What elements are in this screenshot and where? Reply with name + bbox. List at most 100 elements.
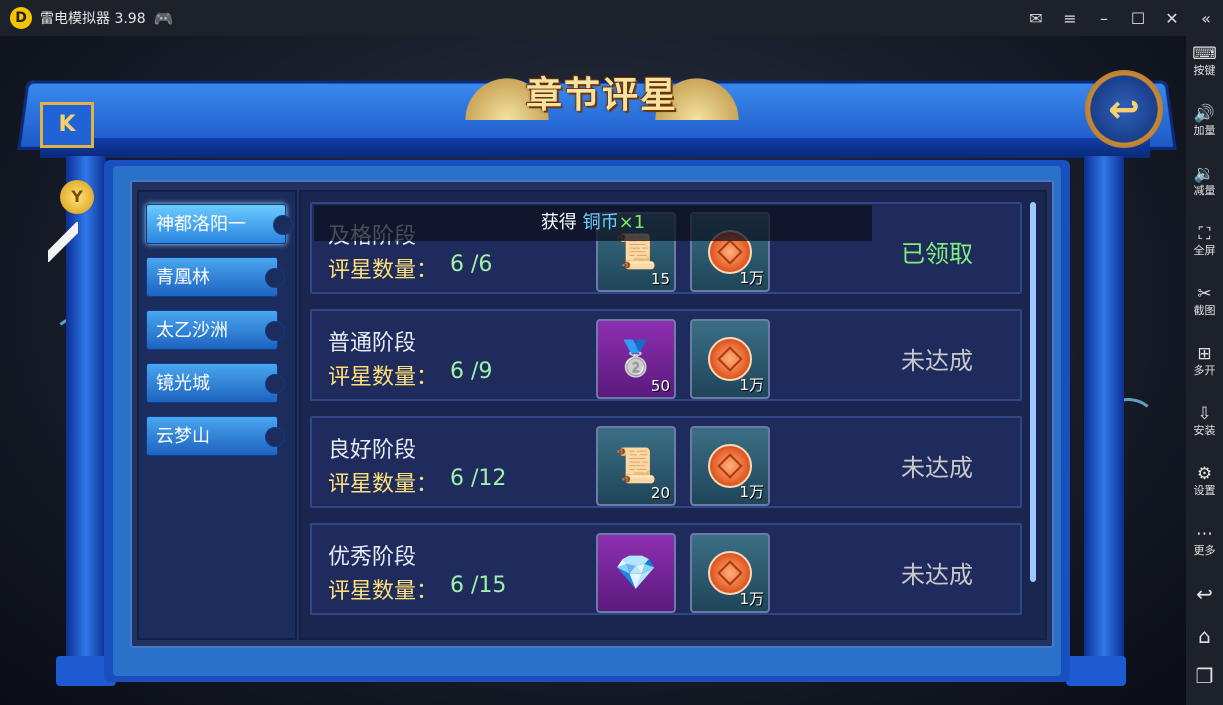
star-count-value: 6 /6 [450, 252, 493, 277]
settings-icon: ⚙ [1196, 464, 1213, 484]
reward-quantity: 1万 [739, 269, 764, 287]
reward-quantity: 1万 [739, 483, 764, 501]
keyboard-icon: ⌨ [1192, 44, 1217, 64]
star-count-value: 6 /15 [450, 573, 507, 598]
volume-up-icon: 🔊 [1193, 104, 1216, 124]
tassel-ornament [48, 222, 78, 262]
chapter-tab-label: 云梦山 [156, 426, 210, 447]
toolbar-keyboard[interactable]: ⌨ 按键 [1186, 44, 1223, 78]
tab-notch [265, 374, 285, 394]
reward-quantity: 1万 [739, 376, 764, 394]
chapter-tab-label: 青凰林 [156, 267, 210, 288]
scrollbar[interactable] [1030, 202, 1036, 582]
reward-row: 优秀阶段 评星数量： 6 /15 💎 1万 未达成 [310, 523, 1022, 615]
toolbar-volume-up[interactable]: 🔊 加量 [1186, 104, 1223, 138]
banner-title: 章节评星 [525, 74, 678, 116]
reward-item[interactable]: 📜 20 [596, 426, 676, 506]
corner-emblem-icon: K [40, 102, 94, 148]
tab-notch [273, 215, 293, 235]
claim-status: 已领取 [901, 240, 973, 268]
chapter-tab-label: 镜光城 [156, 373, 210, 394]
reward-row: 良好阶段评星数量： 6 /12 📜 20 1万 未达成 [310, 416, 1022, 508]
reward-item[interactable]: 1万 [690, 533, 770, 613]
star-count-value: 6 /12 [450, 466, 507, 491]
stage-name: 优秀阶段 [328, 545, 417, 570]
toolbar-label: 更多 [1193, 544, 1216, 557]
chapter-tab-label: 太乙沙洲 [156, 320, 228, 341]
toolbar-label: 截图 [1193, 304, 1216, 317]
title-banner: 章节评星 [462, 52, 742, 142]
toolbar-settings[interactable]: ⚙ 设置 [1186, 464, 1223, 498]
more-icon: ⋯ [1196, 524, 1213, 544]
reward-row: 普通阶段评星数量： 6 /9 🥈 50 1万 未达成 [310, 309, 1022, 401]
multi-open-icon: ⊞ [1197, 344, 1212, 364]
recent-apps-icon[interactable]: ❐ [1186, 664, 1223, 688]
emulator-toolbar: ⌨ 按键 🔊 加量 🔉 减量 ⛶ 全屏 ✂ 截图 ⊞ 多开 ⇩ 安装 ⚙ 设置 ⋯ 更多 ↩ ⌂ ❐ [1186, 36, 1223, 705]
collapse-icon[interactable]: « [1189, 9, 1223, 28]
chapter-tab[interactable]: 神都洛阳一 [146, 204, 293, 244]
toolbar-label: 减量 [1193, 184, 1216, 197]
fullscreen-icon: ⛶ [1198, 224, 1211, 244]
bell-ornament-icon: Y [60, 180, 94, 214]
reward-quantity: 15 [650, 270, 670, 288]
toolbar-scissors[interactable]: ✂ 截图 [1186, 284, 1223, 318]
star-count-label: 评星数量： [328, 472, 439, 497]
toolbar-label: 加量 [1193, 124, 1216, 137]
maximize-icon[interactable]: ☐ [1121, 9, 1155, 28]
claim-status[interactable]: 未达成 [872, 448, 1002, 483]
reward-quantity: 20 [650, 484, 670, 502]
menu-icon[interactable]: ≡ [1053, 9, 1087, 28]
chapter-tab[interactable]: 镜光城 [146, 363, 285, 403]
reward-toast: 获得 铜币×1 [314, 205, 872, 241]
volume-down-icon: 🔉 [1193, 164, 1216, 184]
reward-quantity: 1万 [739, 590, 764, 608]
toolbar-label: 设置 [1193, 484, 1216, 497]
star-count-value: 6 /9 [450, 359, 493, 384]
star-count-label: 评星数量： [328, 258, 439, 283]
scissors-icon: ✂ [1197, 284, 1212, 304]
stage-name: 良好阶段 [328, 438, 417, 463]
crystal-icon: 💎 [614, 553, 658, 593]
mail-icon[interactable]: ✉ [1019, 9, 1053, 28]
back-icon[interactable]: ↩ [1186, 582, 1223, 606]
toolbar-fullscreen[interactable]: ⛶ 全屏 [1186, 224, 1223, 258]
emulator-logo-icon: D [10, 7, 32, 29]
chapter-tab-label: 神都洛阳一 [156, 214, 246, 235]
back-button[interactable]: ↩ [1085, 70, 1163, 148]
chapter-tab[interactable]: 太乙沙洲 [146, 310, 285, 350]
minimize-icon[interactable]: – [1087, 9, 1121, 28]
reward-item[interactable]: 🥈 50 [596, 319, 676, 399]
toast-prefix: 获得 [540, 212, 577, 233]
star-count-label: 评星数量： [328, 365, 439, 390]
toolbar-apk-install[interactable]: ⇩ 安装 [1186, 404, 1223, 438]
reward-item[interactable]: 💎 [596, 533, 676, 613]
game-viewport: 章节评星 ↩ K Y 神都洛阳一青凰林太乙沙洲镜光城云梦山 及格阶段评星数量：6… [0, 36, 1186, 705]
chapter-tab[interactable]: 青凰林 [146, 257, 285, 297]
home-icon[interactable]: ⌂ [1186, 624, 1223, 648]
gamepad-icon[interactable]: 🎮 [154, 9, 174, 28]
toolbar-volume-down[interactable]: 🔉 减量 [1186, 164, 1223, 198]
right-pillar [1084, 156, 1124, 676]
toolbar-label: 安装 [1193, 424, 1216, 437]
apk-install-icon: ⇩ [1197, 404, 1212, 424]
claim-status[interactable]: 未达成 [872, 555, 1002, 590]
reward-item[interactable]: 1万 [690, 426, 770, 506]
tab-notch [265, 268, 285, 288]
toolbar-label: 多开 [1193, 364, 1216, 377]
reward-item[interactable]: 1万 [690, 319, 770, 399]
claim-status[interactable]: 未达成 [872, 341, 1002, 376]
close-icon[interactable]: ✕ [1155, 9, 1189, 28]
toolbar-more[interactable]: ⋯ 更多 [1186, 524, 1223, 558]
toolbar-label: 按键 [1193, 64, 1216, 77]
right-pillar-base [1066, 656, 1126, 686]
toolbar-label: 全屏 [1193, 244, 1216, 257]
tab-notch [265, 321, 285, 341]
toast-item: 铜币 [582, 212, 619, 233]
app-title: 雷电模拟器 3.98 [40, 11, 146, 27]
tab-notch [265, 427, 285, 447]
toast-count: ×1 [618, 212, 646, 233]
chapter-tab[interactable]: 云梦山 [146, 416, 285, 456]
reward-quantity: 50 [650, 377, 670, 395]
toolbar-multi-open[interactable]: ⊞ 多开 [1186, 344, 1223, 378]
stage-name: 普通阶段 [328, 331, 417, 356]
